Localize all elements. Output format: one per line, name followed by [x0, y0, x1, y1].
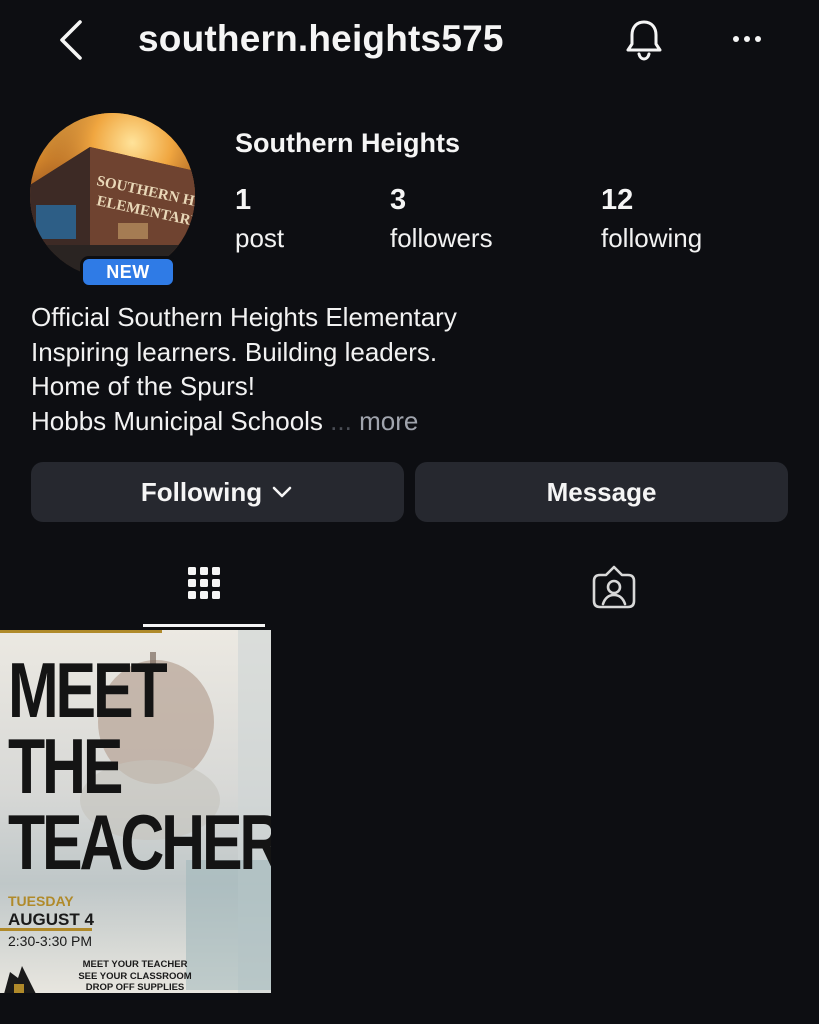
stat-followers[interactable]: 3 followers	[390, 184, 493, 254]
bio-line: Inspiring learners. Building leaders.	[31, 336, 438, 367]
grid-icon	[188, 567, 220, 599]
post-title: MEET THE TEACHER	[8, 646, 271, 886]
stat-following-count: 12	[601, 184, 634, 216]
message-button[interactable]: Message	[415, 462, 788, 522]
bio-line: Official Southern Heights Elementary	[31, 302, 457, 332]
bio-line-last: Hobbs Municipal Schools ... more	[31, 404, 791, 439]
post-tagline-line: SEE YOUR CLASSROOM	[78, 970, 192, 982]
active-tab-indicator	[143, 624, 265, 627]
bio-ellipsis: ...	[330, 405, 352, 436]
bell-icon	[626, 20, 662, 61]
stat-followers-label: followers	[390, 223, 493, 253]
new-badge: NEW	[80, 256, 176, 288]
stat-following-label: following	[601, 223, 703, 253]
post-time: 2:30-3:30 PM	[8, 933, 93, 949]
profile-avatar-wrap: SOUTHERN HEIGHTS ELEMENTARY NEW	[30, 113, 195, 288]
back-button[interactable]	[52, 18, 92, 62]
following-button[interactable]: Following	[31, 462, 404, 522]
post-title-line: THE	[8, 722, 123, 810]
bio-line-text: Hobbs Municipal Schools	[31, 405, 323, 436]
post-tagline-line: DROP OFF SUPPLIES	[85, 982, 185, 993]
more-options-button[interactable]	[722, 24, 772, 54]
stat-posts-label: post	[235, 223, 285, 253]
stat-posts[interactable]: 1 post	[235, 184, 284, 254]
stat-followers-count: 3	[390, 184, 407, 216]
message-button-label: Message	[546, 476, 657, 507]
following-button-label: Following	[140, 476, 263, 507]
post-title-line: TEACHER	[8, 798, 271, 886]
post-tagline-line: MEET YOUR TEACHER	[82, 959, 188, 970]
profile-username: southern.heights575	[138, 18, 504, 59]
profile-bio: Official Southern Heights Elementary Ins…	[31, 300, 791, 438]
school-building-image: SOUTHERN HEIGHTS ELEMENTARY	[30, 113, 195, 278]
top-bar: southern.heights575	[0, 0, 819, 82]
stat-following[interactable]: 12 following	[601, 184, 702, 254]
avatar[interactable]: SOUTHERN HEIGHTS ELEMENTARY	[30, 113, 195, 278]
tagged-person-icon	[592, 565, 636, 609]
post-title-line: MEET	[8, 646, 168, 734]
display-name: Southern Heights	[235, 128, 461, 158]
tab-posts-grid[interactable]	[0, 555, 410, 627]
post-thumbnail[interactable]: MEET THE TEACHER TUESDAY AUGUST 4 2:30-3…	[0, 630, 271, 993]
chevron-left-icon	[60, 20, 82, 60]
mascot-logo-icon	[4, 966, 36, 993]
notifications-button[interactable]	[620, 16, 668, 64]
post-tagline: MEET YOUR TEACHER SEE YOUR CLASSROOM DRO…	[60, 959, 210, 993]
bio-more-link[interactable]: more	[359, 406, 418, 436]
tab-tagged[interactable]	[410, 555, 819, 627]
post-day: TUESDAY	[8, 893, 74, 909]
more-horizontal-icon	[733, 36, 761, 42]
bio-line: Home of the Spurs!	[31, 371, 255, 401]
stat-posts-count: 1	[235, 184, 252, 216]
chevron-down-icon	[272, 486, 292, 498]
post-date: AUGUST 4	[8, 910, 94, 929]
